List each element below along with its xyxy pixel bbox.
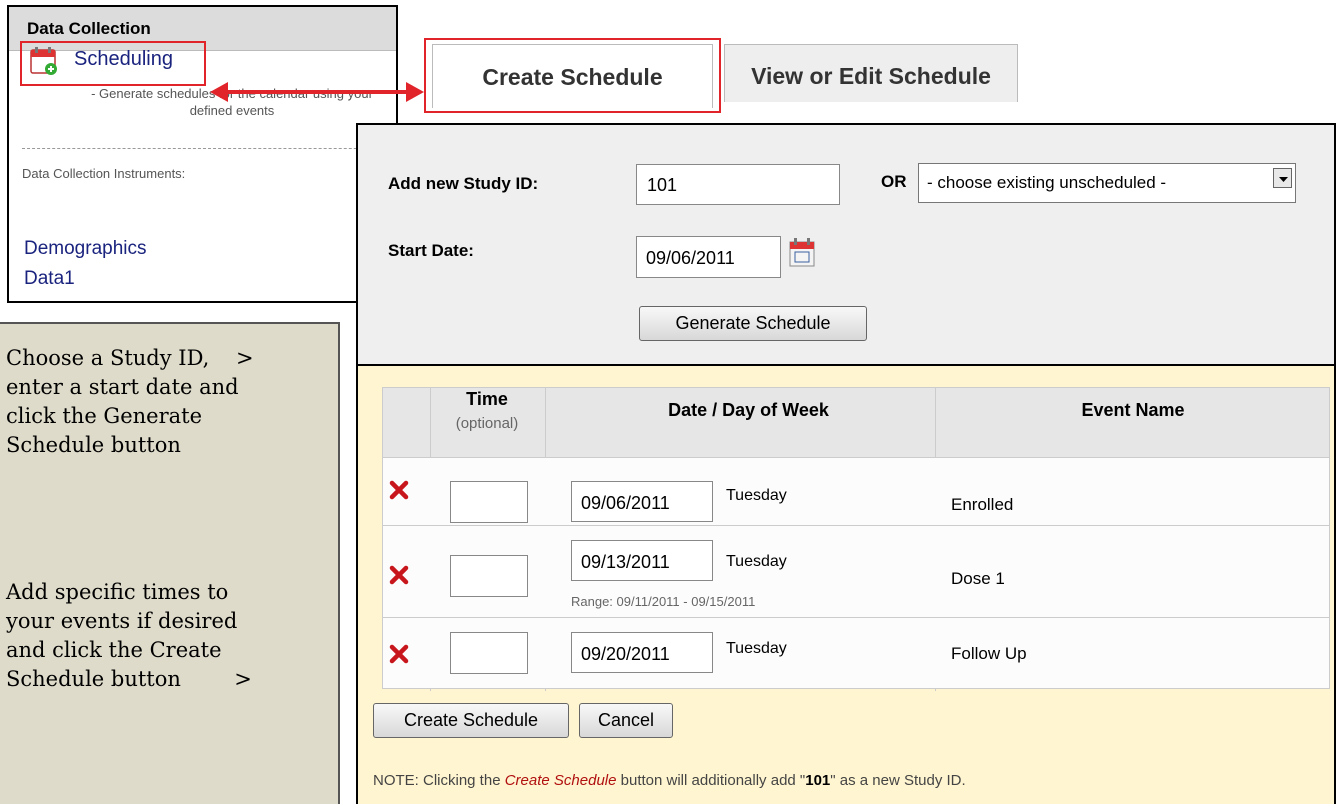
double-arrow-icon	[210, 82, 424, 102]
instruments-label: Data Collection Instruments:	[22, 166, 186, 181]
day-of-week: Tuesday	[726, 640, 787, 657]
schedule-note: NOTE: Clicking the Create Schedule butto…	[373, 772, 966, 789]
column-header-date: Date / Day of Week	[668, 400, 829, 420]
time-input[interactable]	[450, 555, 528, 597]
tab-view-or-edit-schedule[interactable]: View or Edit Schedule	[724, 44, 1018, 102]
event-name: Follow Up	[951, 644, 1027, 663]
note-prefix: NOTE: Clicking the	[373, 772, 505, 789]
time-input[interactable]	[450, 481, 528, 523]
scheduling-link[interactable]: Scheduling	[74, 48, 173, 71]
cancel-button[interactable]: Cancel	[579, 703, 673, 738]
or-label: OR	[881, 172, 907, 191]
tab-highlight-box	[424, 38, 721, 113]
note-study-id: 101	[805, 772, 831, 789]
delete-icon[interactable]	[389, 565, 409, 585]
start-date-label: Start Date:	[388, 241, 474, 260]
column-header-time: Time	[466, 389, 508, 409]
date-range-hint: Range: 09/11/2011 - 09/15/2011	[571, 594, 756, 609]
event-date-input[interactable]: 09/06/2011	[571, 481, 713, 522]
day-of-week: Tuesday	[726, 487, 787, 504]
calendar-icon[interactable]	[30, 46, 58, 76]
delete-icon[interactable]	[389, 480, 409, 500]
column-header-event: Event Name	[1081, 400, 1185, 420]
date-picker-icon[interactable]	[789, 236, 815, 268]
event-date-input[interactable]: 09/13/2011	[571, 540, 713, 581]
existing-study-select[interactable]: - choose existing unscheduled -	[918, 163, 1296, 203]
event-name: Dose 1	[951, 569, 1005, 588]
start-date-input[interactable]: 09/06/2011	[636, 236, 781, 278]
study-id-input[interactable]: 101	[636, 164, 840, 205]
time-input[interactable]	[450, 632, 528, 674]
instruction-step-2: Add specific times to your events if des…	[6, 580, 252, 691]
note-middle: button will additionally add "	[616, 772, 806, 789]
instrument-link-data1[interactable]: Data1	[24, 268, 75, 290]
divider	[22, 148, 392, 149]
note-emphasis: Create Schedule	[504, 772, 617, 789]
instrument-link-demographics[interactable]: Demographics	[24, 238, 147, 260]
event-date-input[interactable]: 09/20/2011	[571, 632, 713, 673]
study-id-label: Add new Study ID:	[388, 174, 539, 193]
note-suffix: " as a new Study ID.	[830, 772, 966, 789]
delete-icon[interactable]	[389, 644, 409, 664]
instruction-step-1: Choose a Study ID, > enter a start date …	[6, 346, 254, 457]
day-of-week: Tuesday	[726, 553, 787, 570]
generate-schedule-button[interactable]: Generate Schedule	[639, 306, 867, 341]
create-schedule-button[interactable]: Create Schedule	[373, 703, 569, 738]
select-dropdown-icon[interactable]	[1273, 168, 1292, 188]
event-name: Enrolled	[951, 495, 1014, 514]
column-header-time-note: (optional)	[455, 415, 519, 432]
